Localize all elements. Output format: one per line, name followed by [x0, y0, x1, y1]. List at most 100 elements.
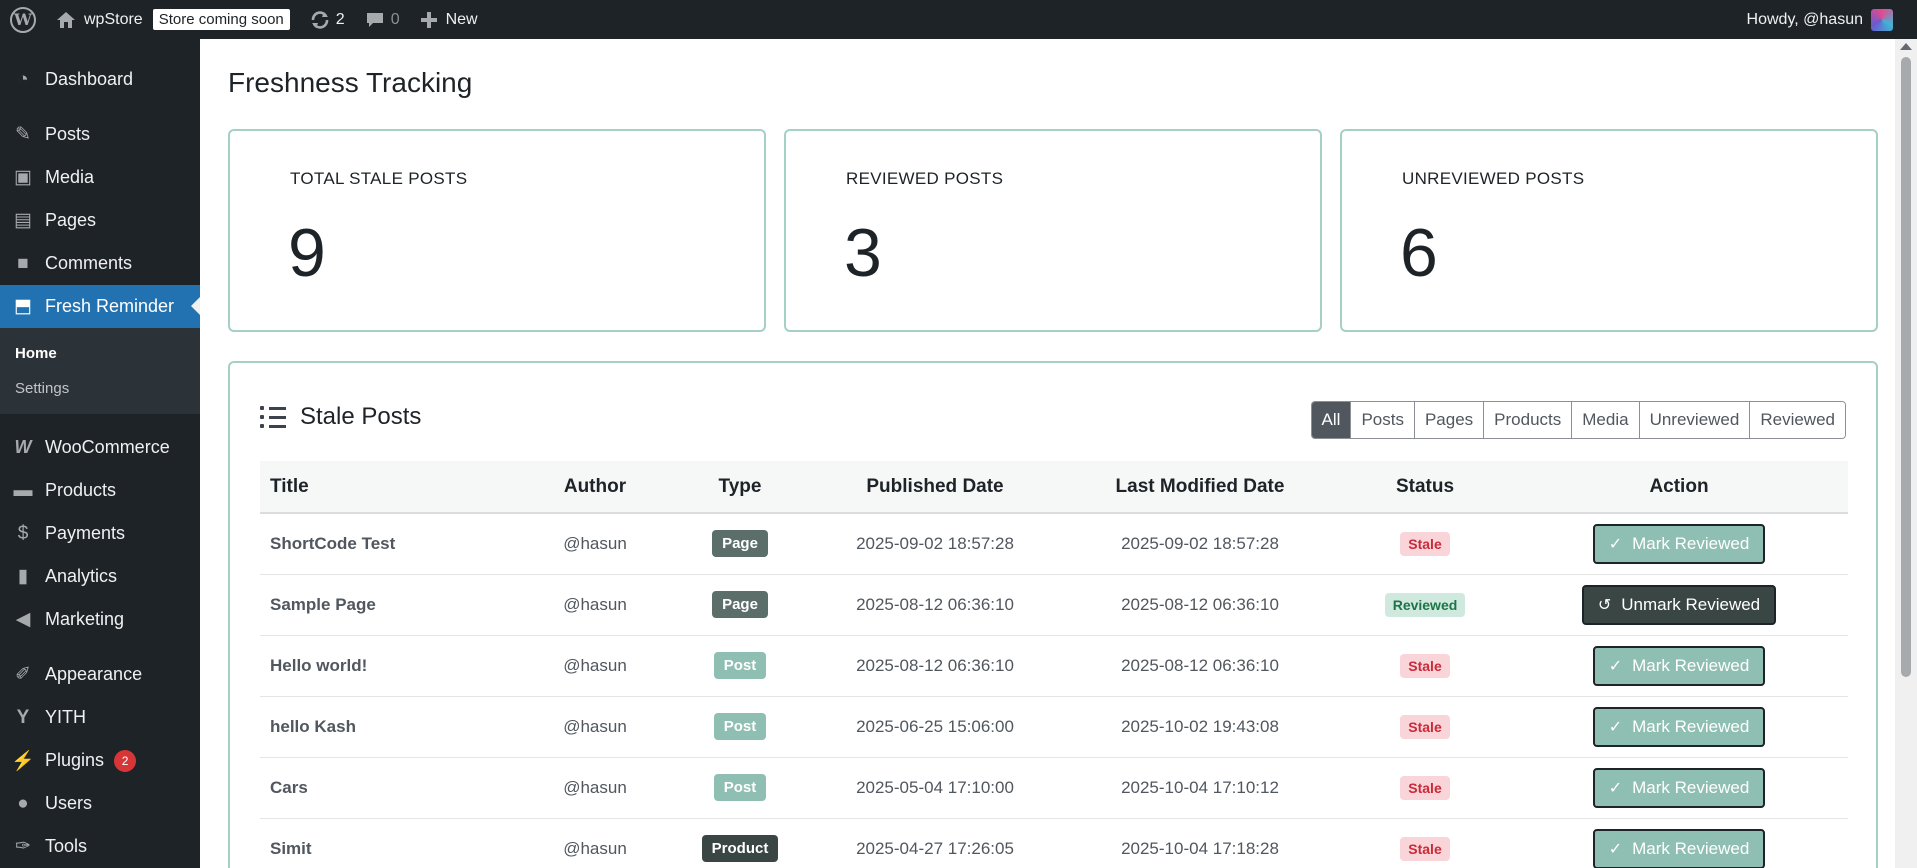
sidebar-item-label: Fresh Reminder — [45, 296, 175, 316]
mark-reviewed-button[interactable]: ✓ Mark Reviewed — [1592, 523, 1766, 564]
submenu-item-settings[interactable]: Settings — [0, 371, 200, 406]
comments-icon — [366, 12, 383, 27]
sidebar-item-fresh-reminder[interactable]: ⬒ Fresh Reminder — [0, 285, 200, 328]
filter-posts[interactable]: Posts — [1350, 402, 1414, 438]
updates-link[interactable]: 2 — [300, 0, 355, 39]
table-row: Cars @hasun Post 2025-05-04 17:10:00 202… — [260, 757, 1848, 819]
mark-reviewed-button[interactable]: ✓ Mark Reviewed — [1592, 828, 1766, 868]
post-title-link[interactable]: Hello world! — [260, 635, 520, 697]
scroll-up-icon[interactable] — [1900, 43, 1912, 50]
archive-icon: ▬ — [13, 479, 33, 501]
filter-reviewed[interactable]: Reviewed — [1749, 402, 1845, 438]
published-date: 2025-06-25 15:06:00 — [810, 696, 1060, 758]
type-badge: Product — [701, 835, 779, 862]
sidebar-item-users[interactable]: ● Users — [0, 782, 200, 825]
published-date: 2025-08-12 06:36:10 — [810, 574, 1060, 636]
new-label: New — [445, 10, 478, 28]
stat-value: 6 — [1400, 215, 1438, 291]
sidebar-item-label: Pages — [45, 210, 97, 230]
mark-reviewed-button[interactable]: ✓ Mark Reviewed — [1592, 645, 1766, 686]
button-label: Mark Reviewed — [1632, 716, 1750, 736]
page-title: Freshness Tracking — [228, 67, 473, 98]
sidebar-item-label: Tools — [45, 836, 88, 856]
check-icon: ✓ — [1608, 718, 1623, 736]
sidebar-item-label: Posts — [45, 124, 91, 144]
check-icon: ✓ — [1608, 779, 1623, 797]
column-header-author: Author — [520, 461, 670, 514]
wrench-icon: ✑ — [15, 836, 31, 857]
comments-count: 0 — [390, 10, 400, 28]
chart-icon: ⬒ — [14, 296, 32, 317]
sidebar-item-pages[interactable]: ▤ Pages — [0, 199, 200, 242]
pages-icon: ▤ — [14, 210, 32, 231]
post-author: @hasun — [520, 635, 670, 697]
plugins-update-badge: 2 — [114, 749, 137, 772]
sidebar-item-media[interactable]: ▣ Media — [0, 156, 200, 199]
new-content-link[interactable]: New — [410, 0, 488, 39]
admin-bar: W wpStore Store coming soon 2 0 New Howd… — [0, 0, 1917, 39]
post-title-link[interactable]: hello Kash — [260, 696, 520, 758]
post-title-link[interactable]: Sample Page — [260, 574, 520, 636]
sidebar-item-tools[interactable]: ✑ Tools — [0, 825, 200, 868]
sidebar-item-plugins[interactable]: ⚡ Plugins 2 — [0, 739, 200, 782]
column-header-published: Published Date — [810, 461, 1060, 514]
submenu-item-home[interactable]: Home — [0, 336, 200, 371]
wordpress-menu[interactable]: W — [0, 0, 46, 39]
my-account[interactable]: Howdy, @hasun — [1747, 0, 1893, 39]
sidebar-item-comments[interactable]: ■ Comments — [0, 242, 200, 285]
megaphone-icon: ◀ — [15, 609, 31, 630]
filter-products[interactable]: Products — [1483, 402, 1572, 438]
filter-unreviewed[interactable]: Unreviewed — [1638, 402, 1750, 438]
table-row: Sample Page @hasun Page 2025-08-12 06:36… — [260, 574, 1848, 636]
bar-chart-icon: ▮ — [17, 566, 29, 587]
post-author: @hasun — [520, 757, 670, 819]
sidebar-item-analytics[interactable]: ▮ Analytics — [0, 555, 200, 598]
post-author: @hasun — [520, 513, 670, 575]
sidebar-item-woocommerce[interactable]: W WooCommerce — [0, 426, 200, 469]
scroll-thumb[interactable] — [1901, 57, 1911, 677]
sidebar-item-appearance[interactable]: ✐ Appearance — [0, 653, 200, 696]
type-badge: Post — [713, 713, 767, 740]
panel-header: Stale Posts — [260, 403, 421, 431]
status-badge: Stale — [1400, 531, 1450, 556]
filter-media[interactable]: Media — [1571, 402, 1639, 438]
unmark-reviewed-button[interactable]: ↺ Unmark Reviewed — [1581, 584, 1777, 625]
filter-all[interactable]: All — [1311, 402, 1351, 438]
sidebar-item-posts[interactable]: ✎ Posts — [0, 113, 200, 156]
table-row: Simit @hasun Product 2025-04-27 17:26:05… — [260, 818, 1848, 868]
post-title-link[interactable]: ShortCode Test — [260, 513, 520, 575]
check-icon: ✓ — [1608, 535, 1623, 553]
plus-icon — [420, 11, 437, 28]
mark-reviewed-button[interactable]: ✓ Mark Reviewed — [1592, 706, 1766, 747]
site-name-link[interactable]: wpStore Store coming soon — [46, 0, 300, 39]
mark-reviewed-button[interactable]: ✓ Mark Reviewed — [1592, 767, 1766, 808]
table-row: Hello world! @hasun Post 2025-08-12 06:3… — [260, 635, 1848, 697]
sidebar-item-dashboard[interactable]: ◔ Dashboard — [0, 58, 200, 101]
comments-link[interactable]: 0 — [355, 0, 410, 39]
site-name: wpStore — [84, 10, 143, 28]
modified-date: 2025-08-12 06:36:10 — [1060, 574, 1340, 636]
type-badge: Page — [712, 530, 768, 558]
button-label: Mark Reviewed — [1632, 777, 1750, 797]
plug-icon: ⚡ — [11, 750, 35, 772]
sidebar-item-label: YITH — [45, 707, 87, 727]
filter-pages[interactable]: Pages — [1413, 402, 1484, 438]
post-title-link[interactable]: Simit — [260, 818, 520, 868]
post-title-link[interactable]: Cars — [260, 757, 520, 819]
sidebar-item-marketing[interactable]: ◀ Marketing — [0, 598, 200, 641]
column-header-modified: Last Modified Date — [1060, 461, 1340, 514]
status-badge: Stale — [1400, 714, 1450, 739]
page-scrollbar[interactable] — [1895, 39, 1917, 868]
sidebar-item-products[interactable]: ▬ Products — [0, 469, 200, 512]
sidebar-item-label: Appearance — [45, 664, 143, 684]
sidebar-item-label: Media — [45, 167, 95, 187]
stat-value: 9 — [288, 215, 326, 291]
pin-icon: ✎ — [15, 124, 31, 145]
sidebar-item-payments[interactable]: $ Payments — [0, 512, 200, 555]
dashboard-icon: ◔ — [17, 68, 29, 90]
sidebar-item-yith[interactable]: Y YITH — [0, 696, 200, 739]
payments-icon: $ — [17, 522, 29, 544]
home-icon — [57, 11, 75, 28]
status-badge: Reviewed — [1384, 592, 1466, 617]
brush-icon: ✐ — [15, 664, 31, 685]
